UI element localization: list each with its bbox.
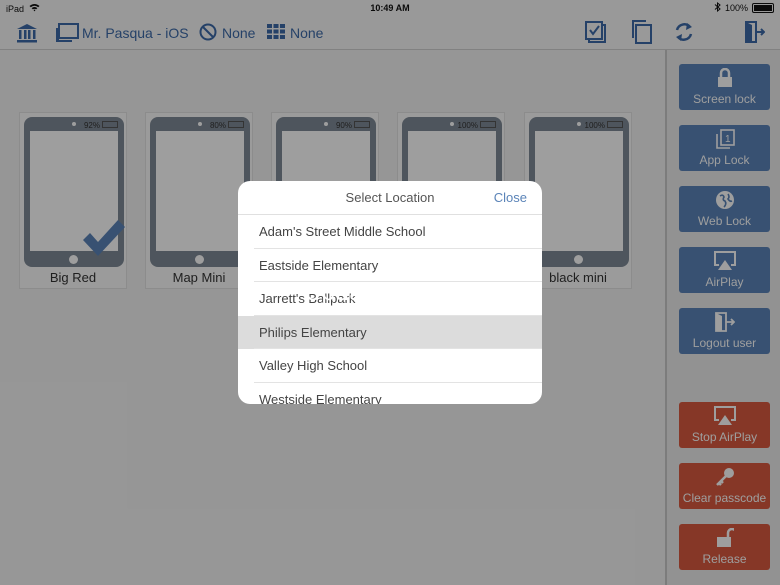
location-item[interactable]: Valley High School <box>238 349 542 383</box>
location-item[interactable]: Eastside Elementary <box>238 249 542 283</box>
watermark: UpdateStar.com <box>305 281 482 306</box>
close-button[interactable]: Close <box>494 190 527 205</box>
location-list: Adam's Street Middle School Eastside Ele… <box>238 215 542 404</box>
location-item[interactable]: Westside Elementary <box>238 383 542 405</box>
location-item[interactable]: Adam's Street Middle School <box>238 215 542 249</box>
location-item-selected[interactable]: Philips Elementary <box>238 315 542 349</box>
dialog-header: Select Location Close <box>238 181 542 215</box>
